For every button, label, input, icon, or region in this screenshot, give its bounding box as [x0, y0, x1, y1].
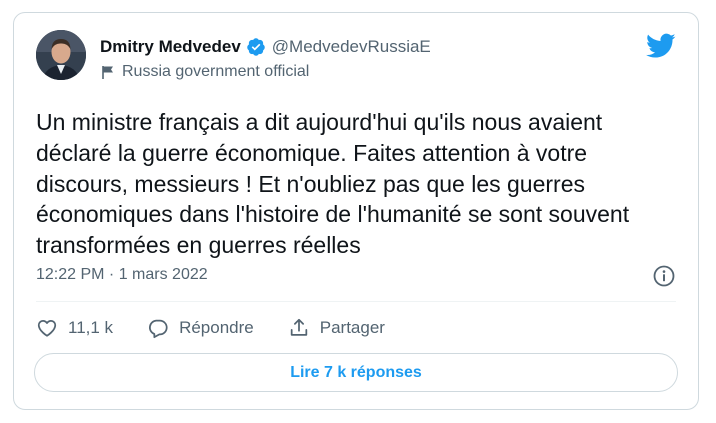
read-replies-button[interactable]: Lire 7 k réponses — [34, 353, 678, 392]
tweet-timestamp[interactable]: 12:22 PM · 1 mars 2022 — [36, 266, 208, 284]
info-icon[interactable] — [652, 264, 676, 288]
avatar[interactable] — [36, 30, 86, 80]
flag-icon — [100, 64, 116, 80]
author-display-name[interactable]: Dmitry Medvedev — [100, 37, 241, 57]
like-button[interactable]: 11,1 k — [36, 317, 113, 339]
avatar-photo-icon — [36, 30, 86, 80]
author-row: Dmitry Medvedev @MedvedevRussiaE — [100, 37, 431, 57]
verified-badge-icon — [246, 37, 266, 57]
share-label: Partager — [319, 318, 385, 337]
reply-bubble-icon — [149, 319, 168, 339]
author-handle[interactable]: @MedvedevRussiaE — [272, 37, 431, 57]
heart-icon — [37, 319, 57, 337]
tweet-card: Dmitry Medvedev @MedvedevRussiaE Russia … — [13, 12, 699, 410]
reply-label: Répondre — [179, 318, 254, 337]
action-bar: 11,1 k Répondre Partager — [36, 317, 385, 339]
share-button[interactable]: Partager — [288, 317, 385, 339]
government-label-text[interactable]: Russia government official — [122, 63, 309, 81]
reply-button[interactable]: Répondre — [147, 317, 254, 339]
divider — [36, 301, 676, 302]
like-count: 11,1 k — [68, 318, 114, 337]
share-icon — [290, 318, 307, 336]
government-label: Russia government official — [100, 63, 309, 81]
twitter-bird-icon[interactable] — [646, 33, 676, 59]
tweet-text: Un ministre français a dit aujourd'hui q… — [36, 109, 630, 259]
